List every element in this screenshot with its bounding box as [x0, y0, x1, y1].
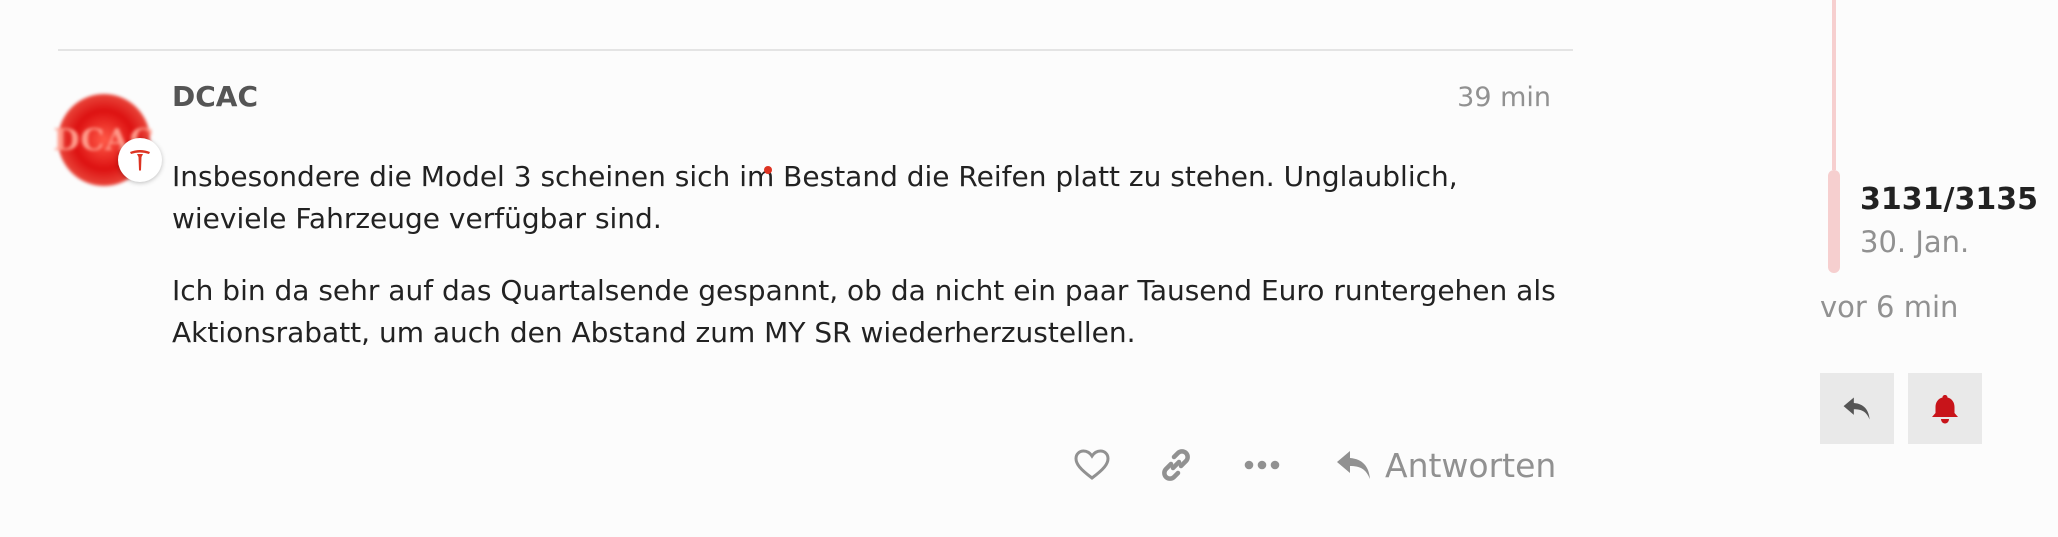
notification-button[interactable] — [1908, 373, 1982, 444]
post-paragraph-1: Insbesondere die Model 3 scheinen sich i… — [172, 156, 1562, 240]
post-time[interactable]: 39 min — [1457, 82, 1551, 113]
timeline-track[interactable] — [1832, 0, 1836, 170]
copy-link-button[interactable] — [1152, 440, 1200, 490]
like-button[interactable] — [1068, 440, 1116, 490]
post-divider — [58, 49, 1573, 51]
reply-icon — [1843, 397, 1870, 420]
timeline-scroll-handle[interactable] — [1828, 170, 1840, 273]
timeline-reply-button[interactable] — [1820, 373, 1894, 444]
reply-icon — [1337, 451, 1370, 479]
reply-label: Antworten — [1385, 445, 1557, 485]
timeline-progress: 3131/3135 — [1860, 182, 2038, 217]
timeline-date: 30. Jan. — [1860, 225, 1970, 259]
link-icon — [1162, 449, 1190, 481]
user-avatar[interactable]: DCAC — [53, 94, 162, 186]
tesla-flair-icon — [118, 138, 162, 182]
heart-icon — [1074, 449, 1110, 480]
bell-icon — [1932, 394, 1958, 423]
post-paragraph-2: Ich bin da sehr auf das Quartalsende ges… — [172, 274, 1556, 349]
paragraph-1-text-a: Insbesondere die Model 3 scheinen sich i… — [172, 160, 775, 193]
post-username[interactable]: DCAC — [172, 80, 258, 113]
timeline-last-activity[interactable]: vor 6 min — [1820, 290, 1958, 324]
more-options-button[interactable] — [1238, 440, 1286, 490]
post-body: Insbesondere die Model 3 scheinen sich i… — [172, 156, 1562, 384]
reply-button[interactable]: Antworten — [1335, 440, 1556, 490]
ellipsis-icon — [1244, 460, 1280, 470]
